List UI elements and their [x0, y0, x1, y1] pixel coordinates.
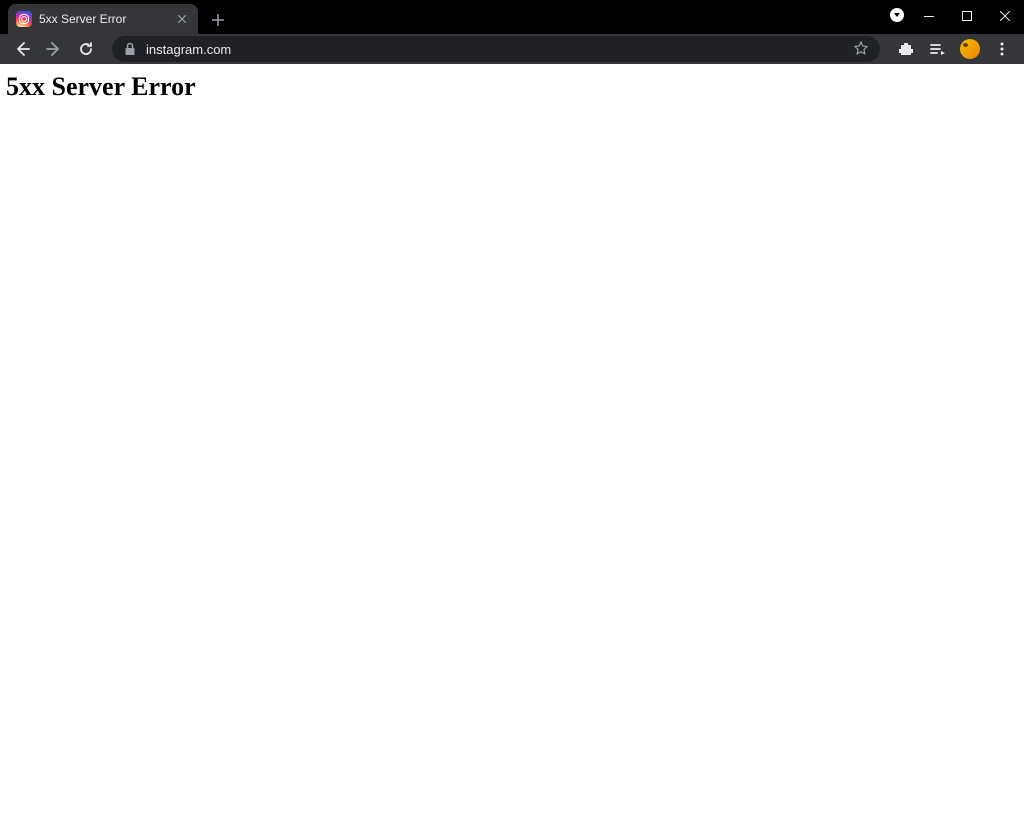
minimize-button[interactable]: [910, 0, 948, 32]
bookmark-star-icon[interactable]: [854, 41, 868, 58]
tab-title: 5xx Server Error: [39, 12, 167, 26]
menu-button[interactable]: [988, 35, 1016, 63]
error-heading: 5xx Server Error: [6, 72, 1018, 102]
forward-button[interactable]: [40, 35, 68, 63]
instagram-favicon-icon: [16, 11, 32, 27]
page-content: 5xx Server Error: [0, 64, 1024, 834]
toolbar-right: [892, 35, 1016, 63]
window-controls: [910, 0, 1024, 32]
profile-avatar[interactable]: [956, 35, 984, 63]
close-window-button[interactable]: [986, 0, 1024, 32]
address-bar[interactable]: instagram.com: [112, 36, 880, 62]
tab-close-button[interactable]: [174, 11, 190, 27]
lock-icon: [124, 42, 136, 56]
url-text: instagram.com: [146, 42, 844, 57]
new-tab-button[interactable]: [204, 6, 232, 34]
extensions-icon[interactable]: [892, 35, 920, 63]
browser-titlebar: 5xx Server Error: [0, 0, 1024, 34]
back-button[interactable]: [8, 35, 36, 63]
maximize-button[interactable]: [948, 0, 986, 32]
browser-toolbar: instagram.com: [0, 34, 1024, 64]
account-indicator-icon[interactable]: [890, 8, 904, 22]
media-control-icon[interactable]: [924, 35, 952, 63]
reload-button[interactable]: [72, 35, 100, 63]
browser-tab[interactable]: 5xx Server Error: [8, 4, 198, 34]
